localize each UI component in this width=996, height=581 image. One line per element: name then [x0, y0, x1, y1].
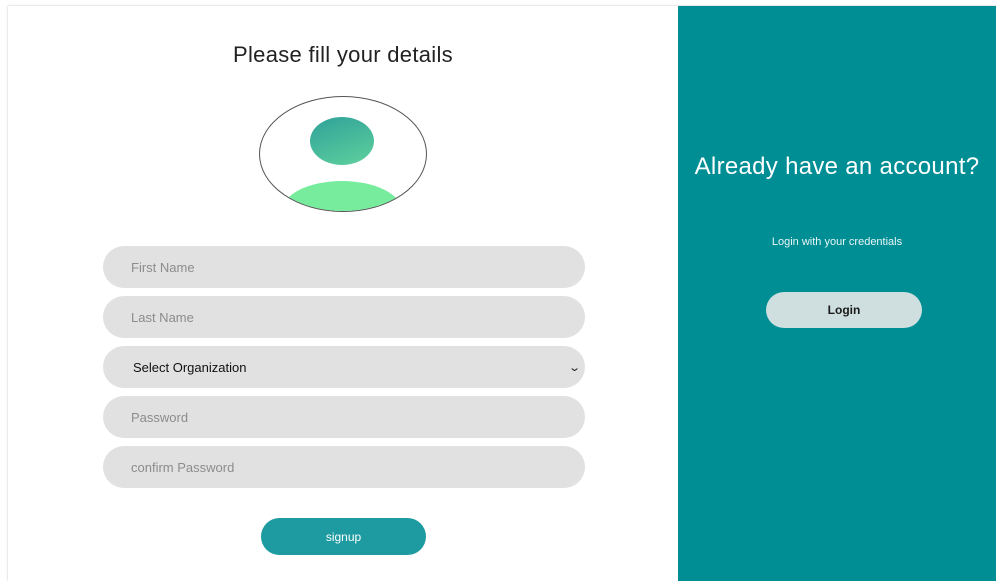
first-name-input[interactable] — [103, 246, 585, 288]
login-panel-title: Already have an account? — [694, 153, 980, 180]
login-button[interactable]: Login — [766, 292, 922, 328]
signup-page: Please fill your details Select Organiza… — [8, 6, 996, 581]
signup-button[interactable]: signup — [261, 518, 426, 555]
login-panel: Already have an account? Login with your… — [678, 6, 996, 581]
chevron-down-icon: ⌄ — [567, 361, 581, 374]
avatar-head — [310, 117, 374, 165]
confirm-password-input[interactable] — [103, 446, 585, 488]
form-title: Please fill your details — [233, 42, 453, 67]
organization-select[interactable]: Select Organization ⌄ — [103, 346, 585, 388]
avatar-body — [282, 181, 402, 211]
last-name-input[interactable] — [103, 296, 585, 338]
password-input[interactable] — [103, 396, 585, 438]
organization-select-value: Select Organization — [133, 359, 247, 375]
signup-form-panel: Please fill your details Select Organiza… — [8, 6, 678, 581]
login-panel-subtitle: Login with your credentials — [771, 236, 903, 248]
user-avatar-icon — [259, 96, 427, 212]
